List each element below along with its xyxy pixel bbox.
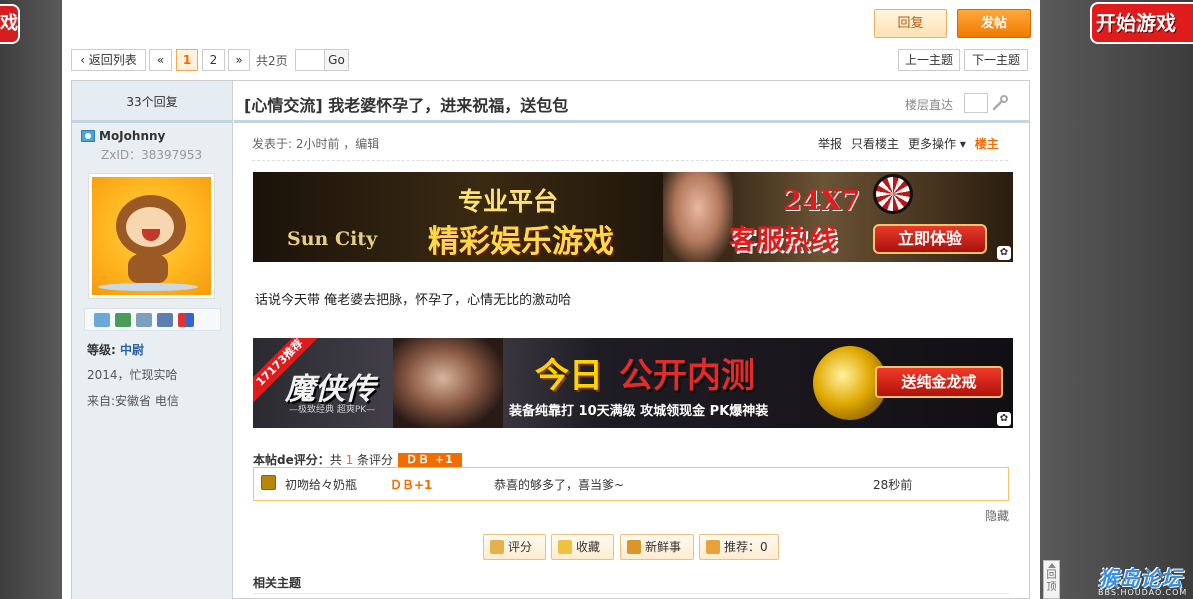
back-to-list-button[interactable]: ‹ 返回列表 (71, 49, 146, 71)
ad-line-2: 精彩娱乐游戏 (428, 224, 614, 260)
back-to-top-label: 回顶 (1046, 570, 1057, 593)
rank-value[interactable]: 中尉 (120, 343, 144, 357)
rating-score: ＤＢ+1 (390, 478, 433, 492)
add-friend-icon[interactable] (115, 312, 131, 327)
roulette-icon (873, 174, 913, 214)
ad-hotline-2: 客服热线 (729, 225, 837, 256)
arrow-up-icon (1047, 563, 1056, 568)
author-zxid: ZxID：38397953 (101, 148, 203, 162)
rating-table: 初吻给々奶瓶 ＤＢ+1 恭喜的够多了，喜当爹~ 28秒前 (253, 467, 1009, 501)
author-rank: 等级: 中尉 (87, 341, 144, 358)
monkey-avatar-image (92, 177, 211, 295)
favorite-label: 收藏 (576, 540, 601, 554)
page-title: [心情交流] 我老婆怀孕了，进来祝福，送包包 (244, 96, 569, 115)
post-body: 话说今天带 俺老婆去把脉，怀孕了，心情无比的激动哈 (255, 293, 572, 308)
sun-city-ad-banner[interactable]: Sun City 专业平台 精彩娱乐游戏 24X7 客服热线 立即体验 ✿ (253, 172, 1013, 262)
recommend-label: 推荐：0 (724, 540, 768, 554)
rating-reason: 恭喜的够多了，喜当爹~ (494, 478, 625, 492)
user-icon (81, 130, 95, 142)
ad-photo (393, 338, 503, 428)
reply-count: 33个回复 (72, 81, 232, 123)
floor-jump-input[interactable] (964, 93, 988, 113)
rating-prefix: 共 (329, 453, 342, 467)
ad-line-1: 专业平台 (458, 187, 559, 216)
star-icon (558, 540, 572, 554)
share-news-button[interactable]: 新鲜事 (620, 534, 694, 560)
page-background-right (1040, 0, 1193, 599)
rating-total-badge: ＤＢ +1 (398, 452, 462, 467)
divider (253, 593, 1009, 594)
rater-username[interactable]: 初吻给々奶瓶 (285, 476, 357, 493)
only-author-link[interactable]: 只看楼主 (851, 135, 899, 152)
site-watermark-url: BBS.HOUDAO.COM (1098, 588, 1188, 597)
floor-jump-label: 楼层直达 (905, 98, 954, 112)
related-topics-heading: 相关主题 (253, 576, 302, 590)
author-action-icons (84, 308, 221, 331)
back-to-top-button[interactable]: 回顶 (1043, 560, 1060, 599)
hide-rating-link[interactable]: 隐藏 (985, 507, 1009, 524)
rate-label: 评分 (508, 540, 533, 554)
pager-next-button[interactable]: » (228, 49, 250, 71)
pager-jump-input[interactable] (295, 49, 325, 71)
author-location: 来自:安徽省 电信 (87, 394, 179, 408)
author-signature: 2014，忙现实哈 (87, 368, 178, 382)
ad-game-subtitle: —极致经典 超爽PK— (289, 405, 376, 415)
next-topic-button[interactable]: 下一主题 (964, 49, 1028, 71)
pager-total: 共2页 (256, 54, 288, 68)
paw-icon[interactable]: ✿ (997, 412, 1011, 426)
message-icon[interactable] (94, 312, 110, 327)
blocks-icon[interactable] (178, 312, 194, 327)
rank-label: 等级: (87, 343, 116, 357)
ad-cta-button[interactable]: 立即体验 (873, 224, 987, 254)
left-ad-badge[interactable]: 戏 (0, 4, 20, 44)
new-post-button[interactable]: 发帖 (957, 9, 1031, 38)
pager-page-2[interactable]: 2 (202, 49, 225, 71)
author-username[interactable]: MoJohnny (99, 129, 165, 143)
paw-icon[interactable]: ✿ (997, 246, 1011, 260)
post-actions: 举报 只看楼主 更多操作 ▾ 楼主 (818, 135, 999, 152)
ad-headline-2: 公开内测 (619, 356, 755, 396)
rating-count: 1 (345, 452, 354, 467)
wrench-icon[interactable] (991, 95, 1009, 111)
profile-icon[interactable] (136, 312, 152, 327)
rate-button[interactable]: 评分 (483, 534, 546, 560)
avatar[interactable] (88, 173, 215, 299)
ad-headline-1: 今日 (535, 356, 603, 396)
floor-label: 楼主 (974, 137, 999, 151)
rating-header: 本帖de评分： 共 1 条评分 ＤＢ +1 (253, 451, 462, 468)
thumbs-up-icon (490, 540, 504, 554)
card-icon[interactable] (157, 312, 173, 327)
news-icon (627, 540, 641, 554)
prev-topic-button[interactable]: 上一主题 (898, 49, 960, 71)
rating-time: 28秒前 (873, 478, 913, 492)
up-arrow-icon (706, 540, 720, 554)
page-background-left (0, 0, 62, 599)
divider (252, 160, 1008, 161)
rater-avatar[interactable] (261, 475, 276, 490)
author-column: 33个回复 MoJohnny ZxID：38397953 等级: 中尉 2014… (72, 81, 233, 599)
ad-photo (663, 172, 733, 262)
ad-hotline-1: 24X7 (783, 186, 861, 217)
share-news-label: 新鲜事 (645, 540, 682, 554)
ad-tagline: 装备纯靠打 10天满级 攻城领现金 PK爆神装 (509, 404, 769, 419)
post-meta: 发表于: 2小时前 ，编辑 (252, 137, 380, 151)
pager-go-button[interactable]: Go (324, 49, 349, 71)
favorite-button[interactable]: 收藏 (551, 534, 614, 560)
report-link[interactable]: 举报 (818, 135, 842, 152)
author-name-row[interactable]: MoJohnny (81, 129, 165, 143)
more-actions-dropdown[interactable]: 更多操作 ▾ (908, 135, 966, 152)
rating-label: 本帖de评分： (253, 453, 330, 467)
start-game-ad-badge[interactable]: 开始游戏 (1090, 2, 1193, 44)
pager-page-1[interactable]: 1 (176, 49, 198, 71)
thread-title-bar: [心情交流] 我老婆怀孕了，进来祝福，送包包 楼层直达 (234, 81, 1029, 123)
pager-prev-button[interactable]: « (149, 49, 172, 71)
game-ad-banner[interactable]: 17173推荐 魔侠传 —极致经典 超爽PK— 今日 公开内测 装备纯靠打 10… (253, 338, 1013, 428)
ad-logo: Sun City (287, 228, 378, 250)
reply-button[interactable]: 回复 (874, 9, 947, 38)
recommend-button[interactable]: 推荐：0 (699, 534, 779, 560)
rating-suffix: 条评分 (357, 453, 394, 467)
ad-cta-button[interactable]: 送纯金龙戒 (875, 366, 1003, 398)
forum-page: 回复 发帖 ‹ 返回列表 « 1 2 » 共2页 Go 上一主题 下一主题 33… (62, 0, 1040, 599)
